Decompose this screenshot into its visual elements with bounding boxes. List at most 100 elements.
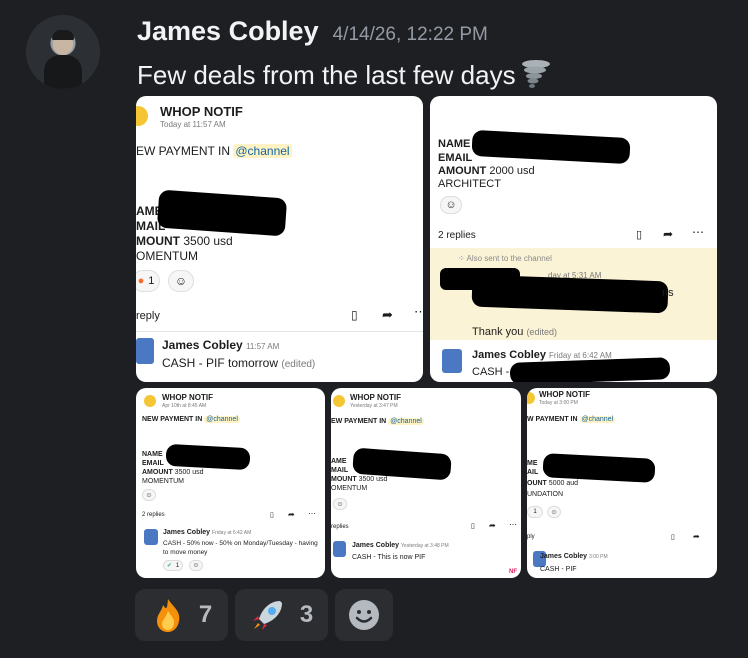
field-name: NAME — [438, 138, 471, 150]
whop-emoji-icon — [527, 392, 535, 404]
payment-line: EW PAYMENT IN @channel — [136, 144, 292, 158]
payment-line: NEW PAYMENT IN @channel — [142, 416, 240, 423]
share-icon[interactable]: ➦ — [663, 227, 673, 241]
message-header: James Cobley 4/14/26, 12:22 PM — [137, 16, 488, 47]
field-amount: AMOUNT 2000 usd — [438, 165, 535, 177]
bookmark-icon[interactable]: ▯ — [671, 533, 675, 541]
redaction — [471, 274, 669, 314]
more-icon[interactable]: ⋯ — [692, 225, 704, 239]
replies-link[interactable]: ply — [527, 534, 535, 540]
redaction — [471, 129, 631, 165]
screenshot-card-4[interactable]: WHOP NOTIF Yesterday at 3:47 PM EW PAYME… — [331, 388, 521, 578]
reply-avatar[interactable] — [136, 338, 154, 364]
sent-to-channel: ⁘ Also sent to the channel — [458, 254, 552, 263]
share-icon[interactable]: ➦ — [693, 532, 700, 541]
screenshot-card-1[interactable]: WHOP NOTIF Today at 11:57 AM EW PAYMENT … — [136, 96, 423, 382]
reply-header: James Cobley 3:00 PM — [540, 553, 608, 560]
avatar[interactable] — [26, 15, 100, 89]
payment-line: EW PAYMENT IN @channel — [331, 418, 424, 425]
field-amount: OUNT 5000 aud — [527, 480, 578, 487]
replies-link[interactable]: replies — [331, 524, 349, 530]
fire-icon — [156, 599, 180, 632]
add-reaction-icon[interactable]: ☺ — [189, 560, 203, 571]
rocket-count: 3 — [299, 601, 314, 628]
field-product: UNDATION — [527, 491, 564, 498]
field-email: EMAIL — [142, 460, 164, 467]
notif-title: WHOP NOTIF — [162, 393, 213, 402]
author-name[interactable]: James Cobley — [137, 16, 319, 47]
reply-header: James Cobley Yesterday at 3:48 PM — [352, 542, 449, 549]
check-reaction[interactable]: ✔ 1 — [163, 560, 183, 571]
message-text: Few deals from the last few days — [137, 59, 516, 90]
notif-title: WHOP NOTIF — [160, 104, 243, 119]
bookmark-icon[interactable]: ▯ — [636, 228, 642, 241]
screenshot-card-3[interactable]: WHOP NOTIF Apr 10th at 8:45 AM NEW PAYME… — [136, 388, 325, 578]
add-reaction-icon[interactable]: ☺ — [168, 270, 194, 292]
add-reaction-icon[interactable]: ☺ — [440, 196, 462, 214]
rocket-icon — [252, 601, 282, 630]
reply-header: James Cobley 11:57 AM — [162, 338, 280, 352]
screenshot-card-2[interactable]: NAME EMAIL AMOUNT 2000 usd ARCHITECT ☺ 2… — [430, 96, 717, 382]
more-icon[interactable]: ⋯ — [509, 520, 517, 529]
field-name: NAME — [142, 451, 163, 458]
notif-time: Apr 10th at 8:45 AM — [162, 403, 207, 409]
field-product: OMENTUM — [136, 249, 198, 263]
add-reaction-button[interactable] — [335, 589, 393, 641]
notif-title: WHOP NOTIF — [350, 393, 401, 402]
field-amount: MOUNT 3500 usd — [136, 234, 233, 248]
add-reaction-icon[interactable]: ☺ — [333, 498, 347, 510]
replies-link[interactable]: 2 replies — [142, 512, 165, 518]
redaction — [165, 443, 251, 471]
reply-text: CASH - 50% now - 50% on Monday/Tuesday -… — [163, 540, 318, 556]
fire-reaction[interactable]: ● 1 — [136, 270, 160, 292]
rocket-reaction-button[interactable]: 3 — [235, 589, 328, 641]
reply-link[interactable]: reply — [136, 310, 160, 322]
reply-header: James Cobley Friday at 6:42 AM — [163, 529, 252, 536]
whop-emoji-icon — [144, 395, 156, 407]
field-product: MOMENTUM — [142, 478, 184, 485]
add-reaction-icon[interactable]: ☺ — [142, 489, 156, 501]
smiley-icon — [349, 600, 379, 630]
more-icon[interactable]: ⋯ — [414, 304, 423, 320]
partial-text: ris — [662, 287, 674, 299]
reply-avatar[interactable] — [333, 541, 346, 557]
fire-count: 7 — [198, 601, 213, 628]
screenshot-card-5[interactable]: WHOP NOTIF Today at 3:00 PM W PAYMENT IN… — [527, 388, 717, 578]
bookmark-icon[interactable]: ▯ — [270, 511, 274, 519]
reaction-pill[interactable]: 1 — [527, 506, 543, 518]
fire-reaction-button[interactable]: 7 — [135, 589, 228, 641]
notif-title: WHOP NOTIF — [539, 390, 590, 399]
field-email: AIL — [527, 469, 539, 476]
add-reaction-icon[interactable]: ☺ — [547, 506, 561, 518]
share-icon[interactable]: ➦ — [382, 307, 393, 323]
whop-emoji-icon — [136, 106, 148, 126]
field-email: MAIL — [331, 467, 349, 474]
field-amount: MOUNT 3500 usd — [331, 476, 388, 483]
corner-badge: NF — [509, 569, 517, 575]
notif-time: Today at 11:57 AM — [160, 120, 226, 129]
reply-text: CASH - — [472, 366, 510, 378]
field-product: ARCHITECT — [438, 178, 501, 190]
more-icon[interactable]: ⋯ — [308, 509, 316, 518]
field-product: OMENTUM — [331, 485, 368, 492]
reply-avatar[interactable] — [442, 349, 462, 373]
notif-time: Today at 3:00 PM — [539, 400, 578, 406]
whop-emoji-icon — [333, 395, 345, 407]
replies-link[interactable]: 2 replies — [438, 230, 476, 241]
bookmark-icon[interactable]: ▯ — [471, 522, 475, 530]
thanks-text: Thank you (edited) — [472, 326, 557, 338]
reply-text: CASH - This is now PIF — [352, 554, 426, 561]
share-icon[interactable]: ➦ — [489, 521, 496, 530]
reply-avatar[interactable] — [144, 529, 158, 545]
reply-text: CASH - PIF tomorrow (edited) — [162, 356, 316, 370]
field-name: ME — [527, 460, 538, 467]
reply-text: CASH - PIF — [540, 566, 577, 573]
notif-time: Yesterday at 3:47 PM — [350, 403, 398, 409]
field-email: EMAIL — [438, 152, 473, 164]
bookmark-icon[interactable]: ▯ — [351, 308, 358, 322]
redaction — [156, 189, 288, 237]
share-icon[interactable]: ➦ — [288, 510, 295, 519]
tornado-emoji-icon — [521, 60, 550, 88]
message-timestamp[interactable]: 4/14/26, 12:22 PM — [333, 24, 488, 46]
field-amount: AMOUNT 3500 usd — [142, 469, 204, 476]
